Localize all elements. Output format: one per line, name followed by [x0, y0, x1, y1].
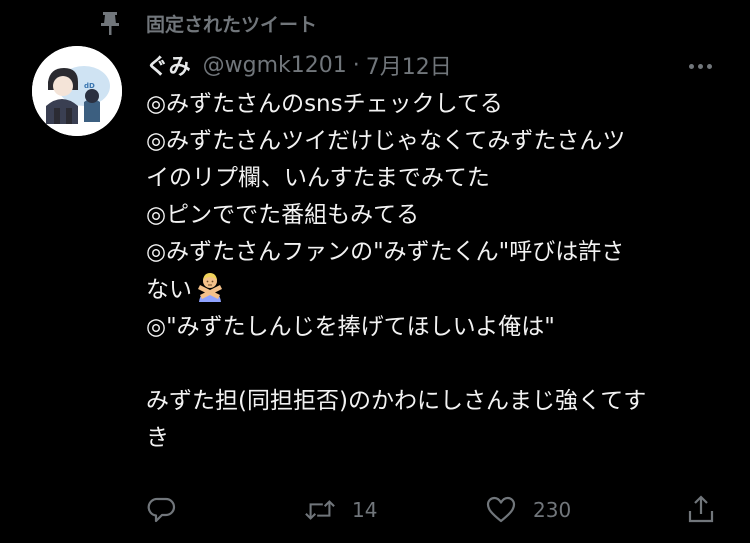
- retweet-icon: [304, 494, 336, 526]
- reply-icon: [146, 494, 178, 526]
- tweet-text: ◎みずたさんのsnsチェックしてる ◎みずたさんツイだけじゃなくてみずたさんツ …: [146, 86, 731, 457]
- tweet-line: ◎ピンででた番組もみてる: [146, 202, 420, 228]
- pinned-indicator: 固定されたツイート: [96, 8, 317, 38]
- heart-icon: [485, 494, 517, 526]
- tweet-line: ◎みずたさんのsnsチェックしてる: [146, 91, 503, 117]
- tweet-line: イのリプ欄、いんすたまでみてた: [146, 165, 490, 191]
- author-display-name[interactable]: ぐみ: [146, 49, 191, 81]
- tweet-date[interactable]: 7月12日: [366, 49, 452, 81]
- tweet-line: き: [146, 425, 169, 451]
- tweet-line: ◎みずたさんファンの"みずたくん"呼びは許さ: [146, 239, 625, 265]
- reply-button[interactable]: [146, 490, 178, 530]
- more-dot: [706, 63, 712, 69]
- tweet-line: [146, 346, 731, 383]
- retweet-button[interactable]: 14: [304, 490, 377, 530]
- tweet-line: ◎"みずたしんじを捧げてほしいよ俺は": [146, 314, 555, 340]
- like-count: 230: [533, 498, 572, 522]
- tweet-line: みずた担(同担拒否)のかわにしさんまじ強くてす: [146, 388, 647, 414]
- share-button[interactable]: [685, 490, 717, 530]
- share-icon: [685, 494, 717, 526]
- person-gesturing-no-emoji: [194, 271, 226, 303]
- more-dot: [688, 63, 694, 69]
- pinned-label: 固定されたツイート: [146, 13, 318, 36]
- retweet-count: 14: [352, 498, 378, 522]
- tweet-line-with-emoji: ない: [146, 271, 731, 309]
- tweet-line-text: ない: [146, 277, 192, 303]
- header-separator: ·: [352, 52, 360, 78]
- tweet-header: ぐみ @wgmk1201 · 7月12日: [146, 48, 452, 82]
- pin-icon: [96, 9, 124, 37]
- like-button[interactable]: 230: [485, 490, 571, 530]
- more-dot: [697, 63, 703, 69]
- author-handle[interactable]: @wgmk1201: [203, 53, 347, 78]
- avatar[interactable]: dD: [32, 46, 122, 136]
- tweet-line: ◎みずたさんツイだけじゃなくてみずたさんツ: [146, 128, 626, 154]
- more-options-button[interactable]: [680, 52, 720, 80]
- svg-text:dD: dD: [84, 82, 95, 90]
- tweet-actions: 14 230: [0, 490, 750, 530]
